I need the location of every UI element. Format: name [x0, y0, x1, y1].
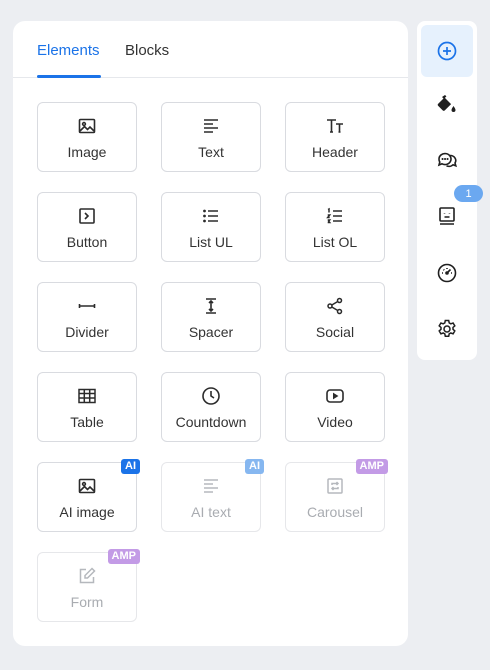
share-icon — [325, 296, 345, 316]
tab-bar: Elements Blocks — [13, 21, 408, 78]
element-label: List OL — [312, 234, 358, 250]
comments-button[interactable] — [421, 134, 473, 186]
elements-grid: Image Text Header Button List UL List OL… — [37, 102, 388, 622]
element-label: AI text — [191, 504, 231, 520]
element-label: Button — [66, 234, 108, 250]
active-tab-indicator — [37, 75, 101, 78]
element-label: Video — [317, 414, 353, 430]
list-ul-icon — [201, 206, 221, 226]
speedometer-icon — [437, 263, 457, 283]
style-button[interactable] — [421, 78, 473, 130]
settings-button[interactable] — [421, 303, 473, 355]
ai-badge: AI — [245, 459, 264, 474]
element-card-countdown[interactable]: Countdown — [161, 372, 261, 442]
element-card-social[interactable]: Social — [285, 282, 385, 352]
element-card-form[interactable]: AMP Form — [37, 549, 140, 622]
element-card-text[interactable]: Text — [161, 102, 261, 172]
amp-badge: AMP — [107, 549, 140, 564]
element-label: Social — [315, 324, 355, 340]
element-label: Carousel — [306, 504, 364, 520]
element-label: Form — [70, 594, 104, 610]
edit-icon — [77, 566, 97, 586]
element-label: Spacer — [188, 324, 234, 340]
header-icon — [325, 116, 345, 136]
element-label: Table — [70, 414, 104, 430]
amp-badge: AMP — [355, 459, 388, 474]
element-card-divider[interactable]: Divider — [37, 282, 137, 352]
video-icon — [325, 386, 345, 406]
element-label: Countdown — [175, 414, 247, 430]
element-card-list-ul[interactable]: List UL — [161, 192, 261, 262]
button-icon — [77, 206, 97, 226]
add-content-button[interactable] — [421, 25, 473, 77]
element-label: List UL — [189, 234, 233, 250]
element-card-ai-text[interactable]: AI AI text — [161, 459, 264, 532]
element-label: AI image — [59, 504, 115, 520]
spacer-icon — [201, 296, 221, 316]
element-label: Divider — [65, 324, 109, 340]
divider-icon — [77, 296, 97, 316]
text-icon — [201, 476, 221, 496]
element-card-spacer[interactable]: Spacer — [161, 282, 261, 352]
performance-button[interactable] — [421, 247, 473, 299]
add-circle-icon — [437, 41, 457, 61]
templates-count-badge: 1 — [454, 185, 483, 202]
table-icon — [77, 386, 97, 406]
element-card-image[interactable]: Image — [37, 102, 137, 172]
text-icon — [201, 116, 221, 136]
element-card-carousel[interactable]: AMP Carousel — [285, 459, 388, 532]
element-label: Header — [312, 144, 358, 160]
element-card-list-ol[interactable]: List OL — [285, 192, 385, 262]
paint-bucket-icon — [437, 95, 456, 112]
element-card-table[interactable]: Table — [37, 372, 137, 442]
chat-bubbles-icon — [437, 152, 457, 168]
element-label: Image — [67, 144, 107, 160]
image-icon — [77, 116, 97, 136]
template-icon — [439, 207, 455, 225]
element-card-ai-image[interactable]: AI AI image — [37, 459, 140, 532]
element-label: Text — [198, 144, 224, 160]
list-ol-icon — [325, 206, 345, 226]
carousel-icon — [325, 476, 345, 496]
image-icon — [77, 476, 97, 496]
gear-icon — [438, 319, 456, 338]
element-card-button[interactable]: Button — [37, 192, 137, 262]
elements-panel: Elements Blocks Image Text Header Button… — [13, 21, 408, 646]
element-card-header[interactable]: Header — [285, 102, 385, 172]
ai-badge: AI — [121, 459, 140, 474]
tab-elements[interactable]: Elements — [37, 42, 100, 59]
element-card-video[interactable]: Video — [285, 372, 385, 442]
clock-icon — [201, 386, 221, 406]
tab-blocks[interactable]: Blocks — [125, 42, 169, 59]
